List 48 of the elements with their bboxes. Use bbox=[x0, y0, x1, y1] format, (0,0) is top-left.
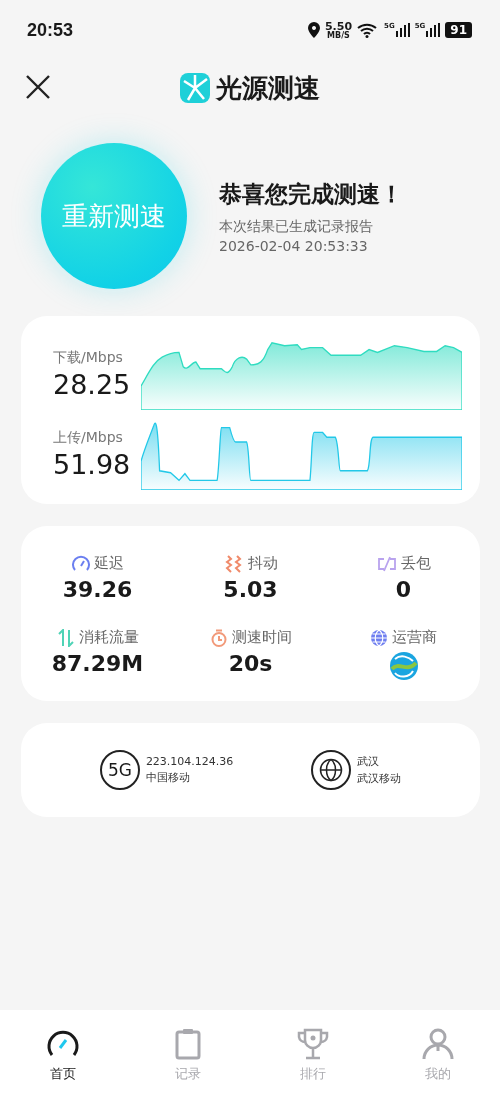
person-icon bbox=[420, 1026, 455, 1061]
network-detail: 223.104.124.36 bbox=[145, 755, 234, 768]
network-speed: 5.50 bbox=[324, 20, 353, 32]
retest-button[interactable]: 重新测速 bbox=[41, 143, 187, 289]
metric-value: 0 bbox=[395, 577, 412, 602]
network-detail: 中国移动 bbox=[145, 770, 191, 785]
result-subtitle: 本次结果已生成记录报告 bbox=[219, 217, 374, 236]
app-title: 光源测速 bbox=[216, 71, 320, 105]
up-down-arrows-icon bbox=[56, 628, 75, 647]
metric-label: 丢包 bbox=[400, 554, 431, 573]
result-timestamp: 2026-02-04 20:53:33 bbox=[219, 237, 369, 254]
speed-value: 51.98 bbox=[53, 448, 131, 480]
metric-label: 测速时间 bbox=[231, 628, 292, 647]
globe-icon bbox=[311, 750, 352, 790]
operator-logo bbox=[388, 651, 419, 681]
logo-icon bbox=[180, 73, 210, 103]
nav-tab[interactable]: 记录 bbox=[147, 1026, 228, 1083]
nav-tab[interactable]: 首页 bbox=[22, 1026, 103, 1083]
speedometer-icon bbox=[71, 554, 90, 573]
speed-value: 28.25 bbox=[53, 368, 131, 400]
metric-value: 20s bbox=[228, 651, 273, 676]
metric-label: 运营商 bbox=[392, 628, 437, 647]
metric-label: 抖动 bbox=[247, 554, 278, 573]
speed-label: 下载/Mbps bbox=[53, 348, 124, 367]
battery-level: 91 bbox=[445, 21, 472, 39]
result-headline: 恭喜您完成测速！ bbox=[219, 179, 403, 209]
nav-tab[interactable]: 排行 bbox=[272, 1026, 353, 1083]
network-type-badge: 5G bbox=[99, 750, 140, 790]
signal-icon bbox=[426, 23, 441, 37]
metric-label: 延迟 bbox=[93, 554, 124, 573]
speed-label: 上传/Mbps bbox=[53, 428, 124, 447]
nav-tab[interactable]: 我的 bbox=[397, 1026, 478, 1083]
metric-value: 87.29M bbox=[51, 651, 144, 676]
close-icon[interactable] bbox=[25, 74, 51, 100]
network-detail: 武汉 bbox=[357, 754, 381, 769]
network-detail: 武汉移动 bbox=[357, 771, 402, 786]
globe-icon bbox=[370, 628, 388, 647]
stopwatch-icon bbox=[209, 628, 228, 647]
zigzag-icon bbox=[223, 554, 244, 573]
status-time: 20:53 bbox=[27, 19, 74, 41]
signal-icon bbox=[395, 23, 410, 37]
broken-link-icon bbox=[376, 555, 397, 572]
metric-value: 39.26 bbox=[62, 577, 133, 602]
metric-value: 5.03 bbox=[223, 577, 278, 602]
trophy-icon bbox=[295, 1026, 330, 1061]
network-speed-unit: MB/S bbox=[327, 31, 350, 40]
metric-label: 消耗流量 bbox=[78, 628, 139, 647]
location-icon bbox=[307, 22, 320, 38]
